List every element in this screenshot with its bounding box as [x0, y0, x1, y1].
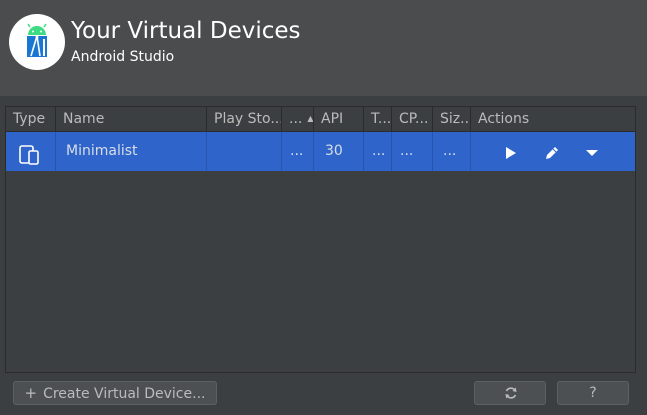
table-row[interactable]: Minimalist ... 30 ... ... ... [6, 132, 635, 171]
device-type-cell [6, 132, 56, 171]
column-header-resolution[interactable]: ... ▲ [282, 107, 314, 131]
refresh-icon [505, 387, 517, 399]
actions-cell [471, 132, 635, 171]
column-header-actions: Actions [478, 111, 530, 127]
column-header-size[interactable]: Siz... [433, 107, 471, 131]
size-cell: ... [433, 132, 471, 171]
plus-icon: + [24, 384, 38, 402]
device-name-cell: Minimalist [56, 132, 207, 171]
column-header-api[interactable]: API [314, 107, 364, 131]
target-cell: ... [364, 132, 392, 171]
create-virtual-device-label: Create Virtual Device... [43, 386, 206, 402]
page-title: Your Virtual Devices [71, 18, 301, 44]
help-button[interactable]: ? [557, 381, 629, 405]
launch-button[interactable] [499, 141, 521, 163]
column-header-name[interactable]: Name [56, 107, 207, 131]
refresh-button[interactable] [474, 381, 546, 405]
more-actions-button[interactable] [581, 141, 603, 163]
column-header-type[interactable]: Type [6, 107, 56, 131]
page-subtitle: Android Studio [71, 49, 175, 65]
help-icon: ? [589, 385, 597, 401]
dialog-header: Your Virtual Devices Android Studio [0, 0, 647, 96]
api-cell: 30 [314, 132, 364, 171]
column-header-play-store[interactable]: Play Sto... [207, 107, 282, 131]
device-table: Type Name Play Sto... ... ▲ API T... CP..… [5, 106, 636, 373]
play-icon [506, 147, 516, 159]
table-header: Type Name Play Sto... ... ▲ API T... CP..… [6, 107, 635, 132]
sort-ascending-icon: ▲ [307, 114, 314, 123]
column-header-resolution-label: ... [289, 111, 303, 127]
column-header-target[interactable]: T... [364, 107, 392, 131]
cpu-cell: ... [392, 132, 433, 171]
edit-button[interactable] [541, 141, 563, 163]
play-store-cell [207, 132, 282, 171]
create-virtual-device-button[interactable]: + Create Virtual Device... [13, 381, 217, 405]
pencil-icon [546, 147, 558, 159]
android-studio-logo [9, 14, 65, 70]
dropdown-arrow-icon [586, 150, 598, 156]
phone-tablet-icon [19, 142, 41, 171]
resolution-cell: ... [282, 132, 314, 171]
column-header-cpu[interactable]: CP... [392, 107, 433, 131]
